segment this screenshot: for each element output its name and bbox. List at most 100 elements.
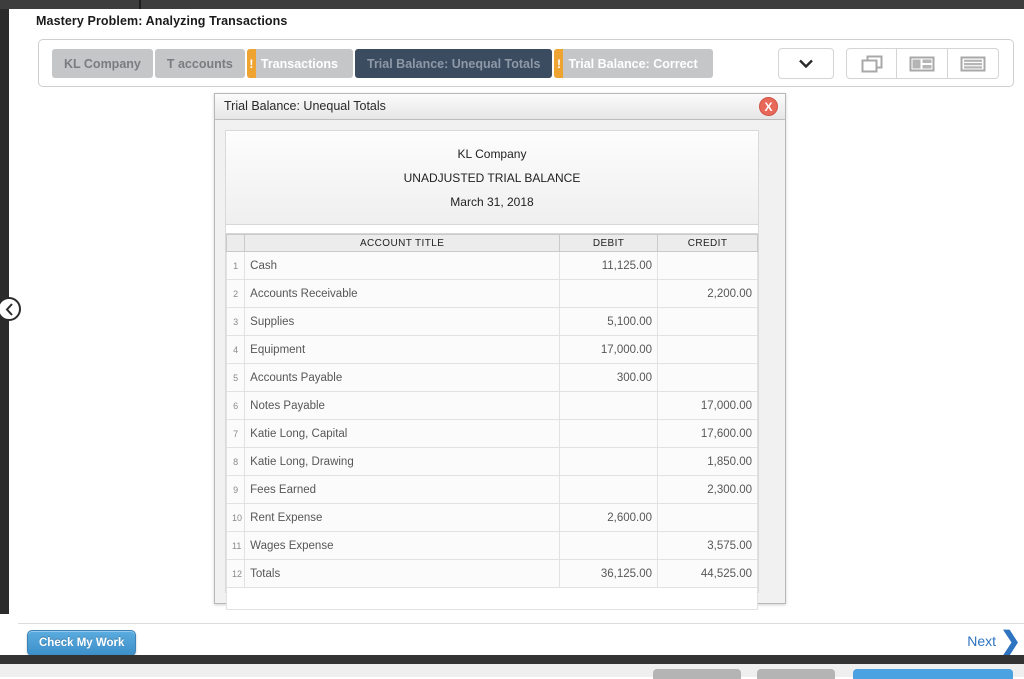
os-top-bar-divider — [139, 0, 141, 9]
view-toolbar — [778, 48, 999, 79]
column-header-rownum — [225, 234, 246, 252]
table-row: 2 Accounts Receivable 2,200.00 — [225, 279, 758, 308]
table-row: 11 Wages Expense 3,575.00 — [225, 531, 758, 560]
statement-report-name: UNADJUSTED TRIAL BALANCE — [403, 171, 581, 185]
table-row: 4 Equipment 17,000.00 — [225, 335, 758, 364]
account-title-cell: Accounts Receivable — [244, 279, 561, 308]
row-number: 3 — [225, 307, 246, 336]
credit-cell[interactable] — [657, 335, 758, 364]
table-row: 3 Supplies 5,100.00 — [225, 307, 758, 336]
statement-heading: KL Company UNADJUSTED TRIAL BALANCE Marc… — [226, 131, 758, 225]
credit-cell[interactable] — [657, 251, 758, 280]
credit-cell[interactable]: 1,850.00 — [657, 447, 758, 476]
row-number: 11 — [225, 531, 246, 560]
credit-cell[interactable]: 2,300.00 — [657, 475, 758, 504]
debit-cell[interactable] — [559, 419, 659, 448]
panel-body: KL Company UNADJUSTED TRIAL BALANCE Marc… — [225, 130, 759, 610]
table-row: 1 Cash 11,125.00 — [225, 251, 758, 280]
row-number: 7 — [225, 419, 246, 448]
statement-company: KL Company — [457, 147, 527, 161]
tab-trial-balance-unequal-totals[interactable]: Trial Balance: Unequal Totals — [355, 49, 553, 78]
os-top-bar — [0, 0, 1024, 9]
debit-cell[interactable] — [559, 531, 659, 560]
close-icon[interactable]: X — [759, 97, 778, 116]
debit-cell[interactable]: 36,125.00 — [559, 559, 659, 588]
credit-cell[interactable] — [657, 307, 758, 336]
table-row: 6 Notes Payable 17,000.00 — [225, 391, 758, 420]
dropdown-button[interactable] — [778, 48, 834, 79]
next-button[interactable]: Next ❯ — [967, 629, 1021, 654]
debit-cell[interactable] — [559, 475, 659, 504]
sidebar-collapse-handle[interactable] — [0, 297, 21, 321]
column-header-debit: DEBIT — [559, 234, 659, 252]
view-button-group — [846, 48, 999, 79]
debit-cell[interactable]: 300.00 — [559, 363, 659, 392]
warning-icon: ! — [246, 49, 256, 78]
tab-label: Transactions — [260, 56, 338, 71]
tray-button-1[interactable] — [653, 669, 741, 679]
row-number: 5 — [225, 363, 246, 392]
debit-cell[interactable]: 11,125.00 — [559, 251, 659, 280]
credit-cell[interactable] — [657, 363, 758, 392]
table-row: 7 Katie Long, Capital 17,600.00 — [225, 419, 758, 448]
debit-cell[interactable]: 2,600.00 — [559, 503, 659, 532]
table-body: 1 Cash 11,125.00 2 Accounts Receivable 2,200.… — [225, 251, 758, 588]
chevron-down-icon — [799, 59, 813, 68]
os-tray — [0, 664, 1024, 679]
statement-date: March 31, 2018 — [450, 195, 534, 209]
credit-cell[interactable]: 2,200.00 — [657, 279, 758, 308]
credit-cell[interactable]: 3,575.00 — [657, 531, 758, 560]
row-number: 4 — [225, 335, 246, 364]
tab-label: Trial Balance: Correct — [568, 56, 698, 71]
tray-button-3[interactable] — [853, 669, 1013, 679]
page-title: Mastery Problem: Analyzing Transactions — [36, 14, 288, 28]
debit-cell[interactable]: 17,000.00 — [559, 335, 659, 364]
account-title-cell: Notes Payable — [244, 391, 561, 420]
table-row: 9 Fees Earned 2,300.00 — [225, 475, 758, 504]
row-number: 8 — [225, 447, 246, 476]
row-number: 12 — [225, 559, 246, 588]
panel-title: Trial Balance: Unequal Totals — [224, 99, 386, 113]
os-bottom-bar — [0, 655, 1024, 664]
account-title-cell: Katie Long, Drawing — [244, 447, 561, 476]
column-header-credit: CREDIT — [657, 234, 758, 252]
debit-cell[interactable] — [559, 391, 659, 420]
panel-titlebar: Trial Balance: Unequal Totals X — [215, 94, 785, 120]
account-title-cell: Supplies — [244, 307, 561, 336]
list-view-icon — [960, 56, 986, 71]
debit-cell[interactable] — [559, 447, 659, 476]
list-view-button[interactable] — [948, 48, 999, 79]
tab-kl-company[interactable]: KL Company — [52, 49, 153, 78]
tab-trial-balance-correct[interactable]: ! Trial Balance: Correct — [554, 49, 713, 78]
account-title-cell: Katie Long, Capital — [244, 419, 561, 448]
next-label: Next — [967, 633, 997, 649]
tab-transactions[interactable]: ! Transactions — [246, 49, 353, 78]
tab-strip: KL Company T accounts ! Transactions Tri… — [38, 39, 1014, 87]
credit-cell[interactable] — [657, 503, 758, 532]
row-number: 9 — [225, 475, 246, 504]
tab-t-accounts[interactable]: T accounts — [154, 49, 245, 78]
account-title-cell: Wages Expense — [244, 531, 561, 560]
windows-cascade-icon — [861, 55, 882, 72]
account-title-cell: Equipment — [244, 335, 561, 364]
trial-balance-panel: Trial Balance: Unequal Totals X KL Compa… — [214, 93, 786, 610]
tray-button-2[interactable] — [757, 669, 835, 679]
debit-cell[interactable] — [559, 279, 659, 308]
statement-spacer — [226, 225, 758, 234]
table-row: 10 Rent Expense 2,600.00 — [225, 503, 758, 532]
account-title-cell: Cash — [244, 251, 561, 280]
row-number: 2 — [225, 279, 246, 308]
split-view-button[interactable] — [897, 48, 948, 79]
account-title-cell: Rent Expense — [244, 503, 561, 532]
credit-cell[interactable]: 44,525.00 — [657, 559, 758, 588]
table-footer-blank — [226, 588, 758, 610]
credit-cell[interactable]: 17,600.00 — [657, 419, 758, 448]
credit-cell[interactable]: 17,000.00 — [657, 391, 758, 420]
account-title-cell: Totals — [244, 559, 561, 588]
account-title-cell: Fees Earned — [244, 475, 561, 504]
check-my-work-button[interactable]: Check My Work — [27, 630, 137, 656]
tab-label: T accounts — [166, 56, 233, 71]
cascade-windows-button[interactable] — [846, 48, 897, 79]
table-row: 8 Katie Long, Drawing 1,850.00 — [225, 447, 758, 476]
debit-cell[interactable]: 5,100.00 — [559, 307, 659, 336]
